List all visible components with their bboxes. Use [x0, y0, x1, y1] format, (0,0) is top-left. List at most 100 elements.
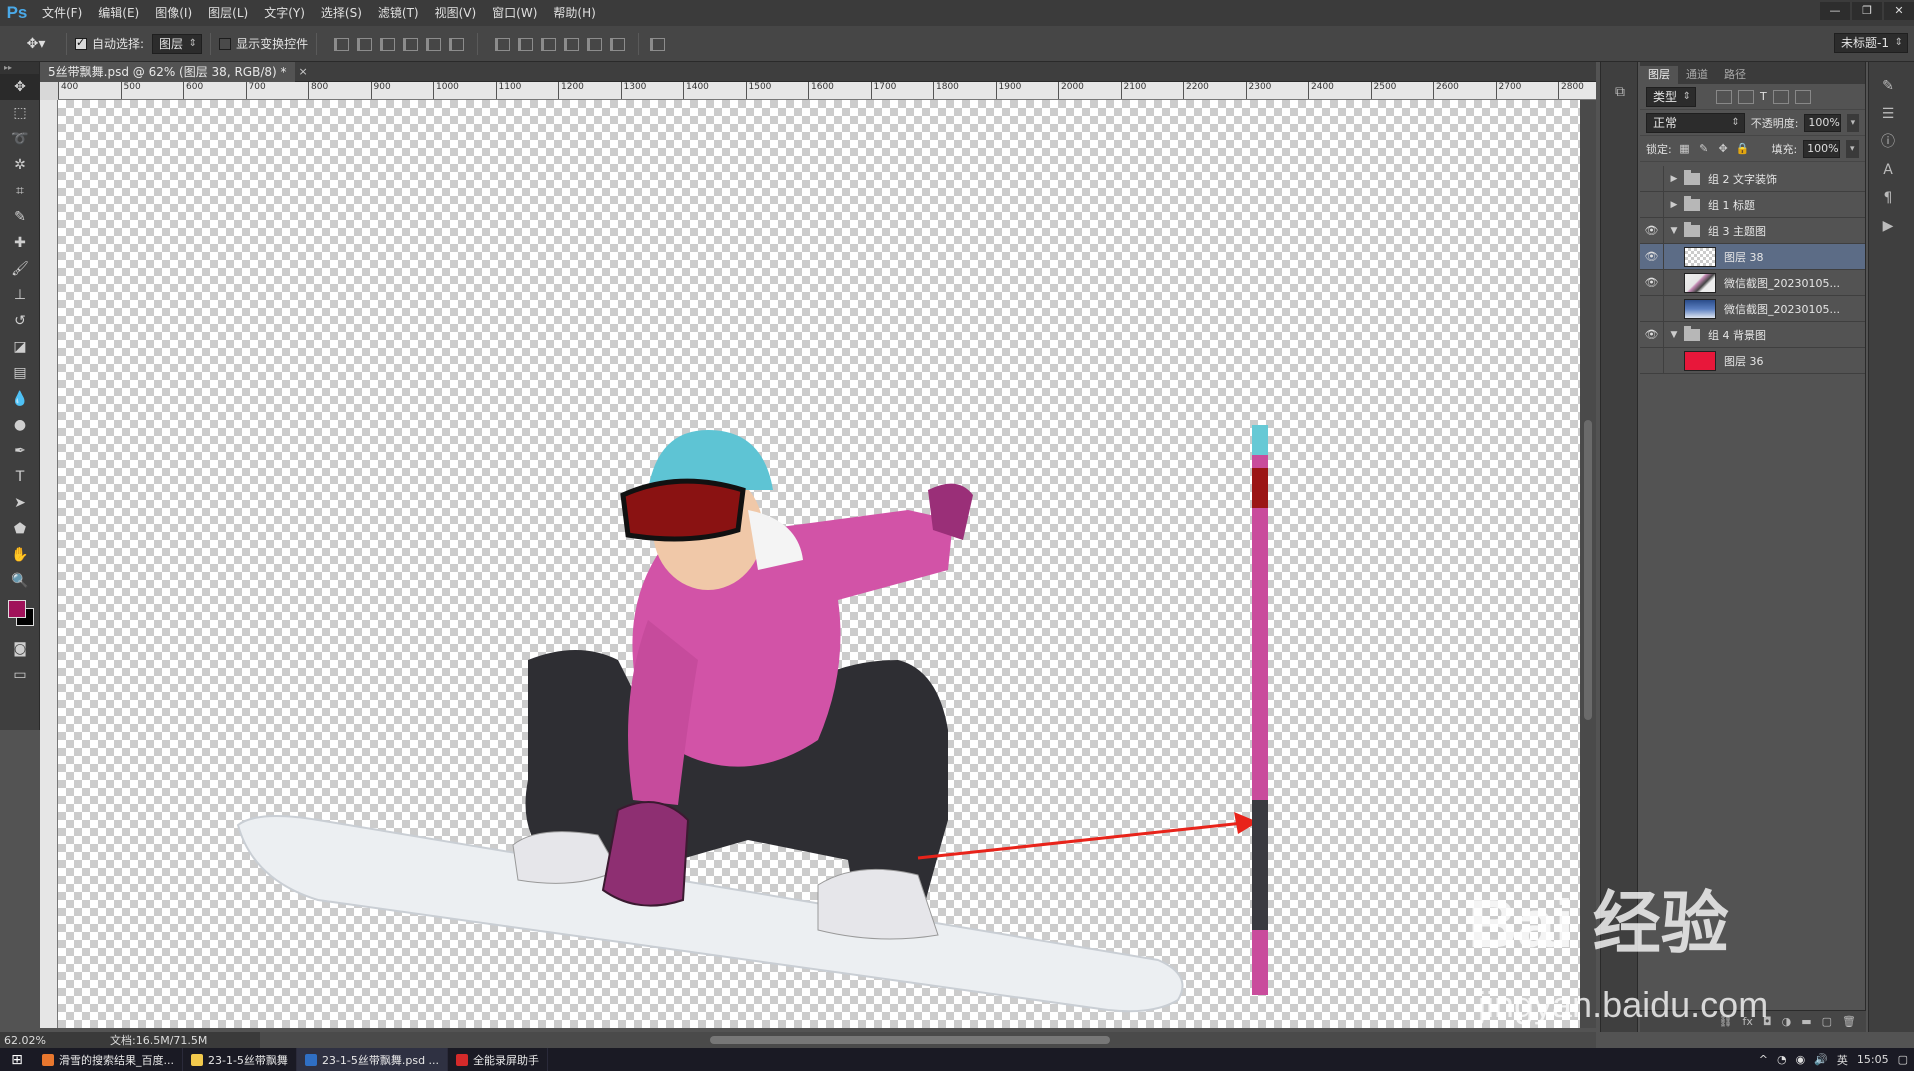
- layer-row[interactable]: 👁 图层 38: [1640, 243, 1865, 270]
- align-vcenter-icon[interactable]: [354, 35, 373, 52]
- screen-mode-icon[interactable]: ▭: [0, 662, 40, 688]
- lock-position-icon[interactable]: ✥: [1716, 142, 1729, 156]
- visibility-eye-icon[interactable]: [1640, 295, 1664, 322]
- info-panel-icon[interactable]: ⓘ: [1869, 128, 1907, 156]
- horizontal-ruler[interactable]: 400 500 600 700 800 900 1000 1100 1200 1300 1400 15…: [58, 82, 1596, 100]
- foreground-color-swatch[interactable]: [8, 600, 26, 618]
- taskbar-item[interactable]: 23-1-5丝带飘舞: [183, 1048, 297, 1071]
- vertical-scroll-thumb[interactable]: [1584, 420, 1592, 720]
- ruler-origin[interactable]: [40, 82, 58, 100]
- close-document-icon[interactable]: ×: [299, 65, 308, 78]
- opacity-input[interactable]: 100%: [1804, 113, 1841, 132]
- eraser-tool-icon[interactable]: ◪: [0, 334, 40, 360]
- clone-stamp-tool-icon[interactable]: ⊥: [0, 282, 40, 308]
- distribute-top-icon[interactable]: [492, 35, 511, 52]
- add-mask-icon[interactable]: ◘: [1763, 1015, 1772, 1028]
- visibility-eye-icon[interactable]: 👁: [1640, 321, 1664, 348]
- lock-all-icon[interactable]: 🔒: [1736, 142, 1750, 156]
- align-hcenter-icon[interactable]: [423, 35, 442, 52]
- restore-button[interactable]: ❐: [1852, 2, 1882, 20]
- show-transform-checkbox[interactable]: [219, 37, 232, 50]
- move-tool-preset-icon[interactable]: ✥▾: [14, 32, 58, 56]
- horizontal-scrollbar[interactable]: [260, 1032, 1596, 1048]
- eyedropper-tool-icon[interactable]: ✎: [0, 204, 40, 230]
- notification-icon[interactable]: ▢: [1898, 1053, 1908, 1066]
- close-window-button[interactable]: ✕: [1884, 2, 1914, 20]
- auto-align-icon[interactable]: [647, 35, 666, 52]
- layer-row[interactable]: 微信截图_20230105...: [1640, 295, 1865, 322]
- visibility-eye-icon[interactable]: [1640, 191, 1664, 218]
- taskbar-item[interactable]: 滑雪的搜索结果_百度...: [34, 1048, 183, 1071]
- align-right-icon[interactable]: [446, 35, 465, 52]
- start-button[interactable]: ⊞: [0, 1052, 34, 1068]
- auto-select-checkbox[interactable]: [75, 36, 87, 50]
- hand-tool-icon[interactable]: ✋: [0, 542, 40, 568]
- move-tool-icon[interactable]: ✥: [0, 74, 40, 100]
- workspace-dropdown[interactable]: 未标题-1: [1834, 33, 1908, 53]
- group-expand-toggle-icon[interactable]: ▼: [1668, 226, 1680, 236]
- visibility-eye-icon[interactable]: [1640, 347, 1664, 374]
- gradient-tool-icon[interactable]: ▤: [0, 360, 40, 386]
- align-left-icon[interactable]: [400, 35, 419, 52]
- fill-slider-toggle-icon[interactable]: ▾: [1845, 139, 1859, 158]
- group-expand-toggle-icon[interactable]: ▶: [1668, 174, 1680, 184]
- layer-group-row[interactable]: 👁 ▼ 组 3 主题图: [1640, 217, 1865, 244]
- distribute-bottom-icon[interactable]: [538, 35, 557, 52]
- lock-transparency-icon[interactable]: ▦: [1678, 142, 1691, 156]
- align-top-icon[interactable]: [331, 35, 350, 52]
- tray-chevron-icon[interactable]: ^: [1759, 1053, 1768, 1066]
- menu-edit[interactable]: 编辑(E): [90, 0, 147, 26]
- group-expand-toggle-icon[interactable]: ▼: [1668, 330, 1680, 340]
- delete-layer-icon[interactable]: 🗑: [1842, 1015, 1856, 1028]
- layer-row[interactable]: 图层 36: [1640, 347, 1865, 374]
- lasso-tool-icon[interactable]: ➰: [0, 126, 40, 152]
- quick-mask-icon[interactable]: ◙: [0, 636, 40, 662]
- magic-wand-tool-icon[interactable]: ✲: [0, 152, 40, 178]
- shape-tool-icon[interactable]: ⬟: [0, 516, 40, 542]
- taskbar-item[interactable]: 23-1-5丝带飘舞.psd ...: [296, 1048, 449, 1071]
- menu-image[interactable]: 图像(I): [147, 0, 200, 26]
- minimize-button[interactable]: —: [1820, 2, 1850, 20]
- filter-pixel-icon[interactable]: [1716, 89, 1733, 104]
- tray-network-icon[interactable]: ◔: [1777, 1053, 1787, 1066]
- document-tab[interactable]: 5丝带飘舞.psd @ 62% (图层 38, RGB/8) *: [40, 61, 295, 82]
- filter-shape-icon[interactable]: [1772, 89, 1789, 104]
- tab-layers[interactable]: 图层: [1640, 66, 1678, 84]
- paragraph-panel-icon[interactable]: ¶: [1869, 184, 1907, 212]
- dodge-tool-icon[interactable]: ●: [0, 412, 40, 438]
- menu-window[interactable]: 窗口(W): [484, 0, 545, 26]
- input-language[interactable]: 英: [1837, 1052, 1848, 1068]
- brush-tool-icon[interactable]: 🖌: [0, 256, 40, 282]
- brush-panel-icon[interactable]: ✎: [1869, 72, 1907, 100]
- visibility-eye-icon[interactable]: [1640, 165, 1664, 192]
- taskbar-item[interactable]: 全能录屏助手: [448, 1048, 549, 1071]
- healing-brush-tool-icon[interactable]: ✚: [0, 230, 40, 256]
- menu-view[interactable]: 视图(V): [427, 0, 485, 26]
- layer-row[interactable]: 👁 微信截图_20230105...: [1640, 269, 1865, 296]
- pen-tool-icon[interactable]: ✒: [0, 438, 40, 464]
- distribute-hcenter-icon[interactable]: [584, 35, 603, 52]
- layer-group-row[interactable]: ▶ 组 2 文字装饰: [1640, 165, 1865, 192]
- vertical-ruler[interactable]: [40, 100, 58, 1028]
- zoom-tool-icon[interactable]: 🔍: [0, 568, 40, 594]
- layer-group-row[interactable]: ▶ 组 1 标题: [1640, 191, 1865, 218]
- fill-input[interactable]: 100%: [1803, 139, 1840, 158]
- layer-style-icon[interactable]: fx: [1743, 1015, 1753, 1028]
- tab-channels[interactable]: 通道: [1678, 66, 1716, 84]
- crop-tool-icon[interactable]: ⌗: [0, 178, 40, 204]
- type-tool-icon[interactable]: T: [0, 464, 40, 490]
- filter-type-icon[interactable]: T: [1760, 90, 1767, 103]
- new-adjustment-icon[interactable]: ◑: [1782, 1015, 1792, 1028]
- vertical-scrollbar[interactable]: [1580, 100, 1596, 1028]
- document-canvas[interactable]: [58, 100, 1580, 1028]
- menu-type[interactable]: 文字(Y): [256, 0, 313, 26]
- history-panel-icon[interactable]: ⧉: [1601, 78, 1639, 106]
- visibility-eye-icon[interactable]: 👁: [1640, 269, 1664, 296]
- auto-select-target-dropdown[interactable]: 图层: [152, 33, 203, 54]
- new-group-icon[interactable]: ▬: [1801, 1015, 1811, 1028]
- actions-panel-icon[interactable]: ▶: [1869, 212, 1907, 240]
- menu-file[interactable]: 文件(F): [34, 0, 90, 26]
- distribute-right-icon[interactable]: [607, 35, 626, 52]
- clock[interactable]: 15:05: [1857, 1053, 1889, 1066]
- adjustments-panel-icon[interactable]: ☰: [1869, 100, 1907, 128]
